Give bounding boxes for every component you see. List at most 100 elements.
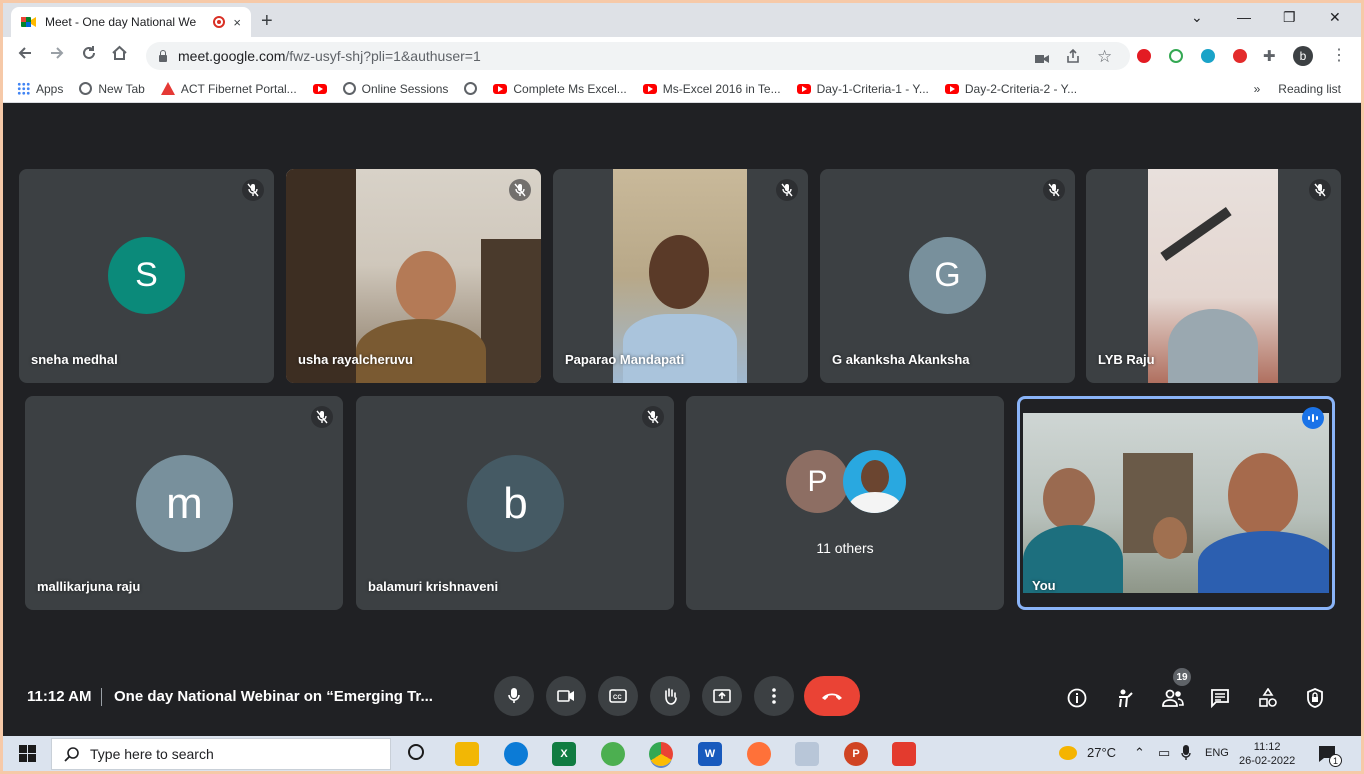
profile-avatar[interactable]: b [1293, 46, 1313, 66]
file-explorer-icon[interactable] [455, 742, 479, 766]
youtube-icon [944, 83, 959, 94]
lock-icon [158, 50, 168, 62]
minimize-button[interactable]: — [1237, 9, 1251, 25]
app-globe-icon[interactable] [601, 742, 625, 766]
bookmark-label: Day-2-Criteria-2 - Y... [964, 81, 1078, 96]
participant-video [613, 169, 747, 383]
bookmark-day2[interactable]: Day-2-Criteria-2 - Y... [944, 81, 1078, 96]
tab-search-icon[interactable]: ⌄ [1191, 9, 1203, 26]
more-options-button[interactable] [754, 676, 794, 716]
avatar: S [108, 237, 185, 314]
reading-list-button[interactable]: Reading list [1278, 82, 1341, 96]
self-view-tile[interactable]: You [1017, 396, 1335, 610]
host-controls-icon[interactable] [1303, 686, 1327, 710]
taskbar-search-box[interactable]: Type here to search [51, 738, 391, 770]
bookmark-act-fibernet[interactable]: ACT Fibernet Portal... [160, 81, 297, 96]
mic-tray-icon[interactable] [1181, 745, 1191, 764]
chat-icon[interactable] [1208, 686, 1232, 710]
search-placeholder: Type here to search [90, 746, 214, 762]
participant-tile[interactable]: m mallikarjuna raju [25, 396, 343, 610]
extensions-puzzle-icon[interactable]: ✚ [1263, 47, 1276, 65]
others-tile[interactable]: P 11 others [686, 396, 1004, 610]
avatar: m [136, 455, 233, 552]
edge-icon[interactable] [504, 742, 528, 766]
meet-favicon-icon [21, 15, 37, 29]
tab-meet[interactable]: Meet - One day National We × [11, 7, 251, 37]
word-icon[interactable]: W [698, 742, 722, 766]
bookmark-day1[interactable]: Day-1-Criteria-1 - Y... [796, 81, 929, 96]
firefox-icon[interactable] [747, 742, 771, 766]
home-icon[interactable] [111, 45, 128, 66]
powerpoint-icon[interactable]: P [844, 742, 868, 766]
bookmark-label: Complete Ms Excel... [513, 81, 627, 96]
participant-name: G akanksha Akanksha [832, 352, 970, 367]
mic-muted-icon [311, 406, 333, 428]
excel-icon[interactable]: X [552, 742, 576, 766]
chrome-menu-icon[interactable]: ⋮ [1331, 45, 1347, 65]
back-icon[interactable] [17, 45, 33, 66]
meet-control-bar: 11:12 AM One day National Webinar on “Em… [3, 668, 1361, 736]
network-icon[interactable]: ▭ [1158, 745, 1170, 761]
url-host: meet.google.com [178, 48, 286, 64]
bookmark-globe[interactable] [464, 82, 478, 95]
camera-in-use-icon[interactable] [1035, 51, 1049, 69]
maximize-button[interactable]: ❐ [1283, 9, 1296, 26]
participant-video [1148, 169, 1278, 383]
others-count-label: 11 others [816, 540, 874, 556]
meeting-details-icon[interactable] [1065, 686, 1089, 710]
close-window-button[interactable]: ✕ [1329, 9, 1341, 26]
captions-button[interactable]: CC [598, 676, 638, 716]
tab-close-icon[interactable]: × [233, 15, 241, 30]
youtube-icon [796, 83, 811, 94]
participant-tile[interactable]: usha rayalcheruvu [286, 169, 541, 383]
participant-tile[interactable]: S sneha medhal [19, 169, 274, 383]
participant-tile[interactable]: b balamuri krishnaveni [356, 396, 674, 610]
bookmark-online-sessions[interactable]: Online Sessions [342, 82, 448, 96]
new-tab-button[interactable]: + [261, 10, 273, 33]
participant-count-badge: 19 [1173, 668, 1191, 686]
participant-name: mallikarjuna raju [37, 579, 141, 594]
language-indicator[interactable]: ENG [1205, 747, 1229, 759]
bookmark-star-icon[interactable]: ☆ [1097, 47, 1112, 67]
bookmark-label: Day-1-Criteria-1 - Y... [816, 81, 929, 96]
participant-tile[interactable]: Paparao Mandapati [553, 169, 808, 383]
participant-tile[interactable]: LYB Raju [1086, 169, 1341, 383]
bookmark-youtube[interactable] [312, 83, 327, 94]
anydesk-icon[interactable] [892, 742, 916, 766]
taskbar-clock[interactable]: 11:12 26-02-2022 [1239, 740, 1295, 768]
microphone-button[interactable] [494, 676, 534, 716]
bookmarks-bar: Apps New Tab ACT Fibernet Portal... Onli… [3, 75, 1361, 103]
leave-call-button[interactable] [804, 676, 860, 716]
extension-arrow-icon[interactable] [1169, 49, 1183, 63]
extension-red-icon[interactable] [1233, 49, 1247, 63]
cortana-icon[interactable] [408, 744, 424, 760]
temperature[interactable]: 27°C [1087, 745, 1116, 760]
forward-icon[interactable] [49, 45, 65, 66]
bookmark-excel-2016[interactable]: Ms-Excel 2016 in Te... [642, 82, 781, 96]
people-icon[interactable] [1161, 686, 1185, 710]
activities-shapes-icon[interactable] [1256, 686, 1280, 710]
windows-start-icon[interactable] [19, 745, 36, 767]
url-path: /fwz-usyf-shj?pli=1&authuser=1 [285, 48, 481, 64]
bookmark-apps[interactable]: Apps [17, 82, 63, 96]
reload-icon[interactable] [81, 45, 97, 66]
raise-hand-button[interactable] [650, 676, 690, 716]
bookmark-new-tab[interactable]: New Tab [79, 82, 145, 96]
show-hidden-icons-icon[interactable]: ⌃ [1134, 745, 1145, 761]
bookmark-excel-course[interactable]: Complete Ms Excel... [493, 81, 627, 96]
participant-tile[interactable]: G G akanksha Akanksha [820, 169, 1075, 383]
extension-blue-icon[interactable] [1201, 49, 1215, 63]
adblock-extension-icon[interactable] [1137, 49, 1151, 63]
bookmarks-overflow-button[interactable]: » [1254, 82, 1261, 96]
activities-icon[interactable] [1113, 686, 1137, 710]
mic-muted-icon [642, 406, 664, 428]
bookmark-label: ACT Fibernet Portal... [180, 81, 297, 96]
weather-icon[interactable] [1059, 746, 1077, 760]
share-icon[interactable] [1065, 48, 1081, 69]
participant-name: LYB Raju [1098, 352, 1155, 367]
present-screen-button[interactable] [702, 676, 742, 716]
paint-icon[interactable] [795, 742, 819, 766]
chrome-icon[interactable] [649, 742, 673, 766]
camera-button[interactable] [546, 676, 586, 716]
address-bar[interactable]: meet.google.com /fwz-usyf-shj?pli=1&auth… [146, 42, 1130, 70]
